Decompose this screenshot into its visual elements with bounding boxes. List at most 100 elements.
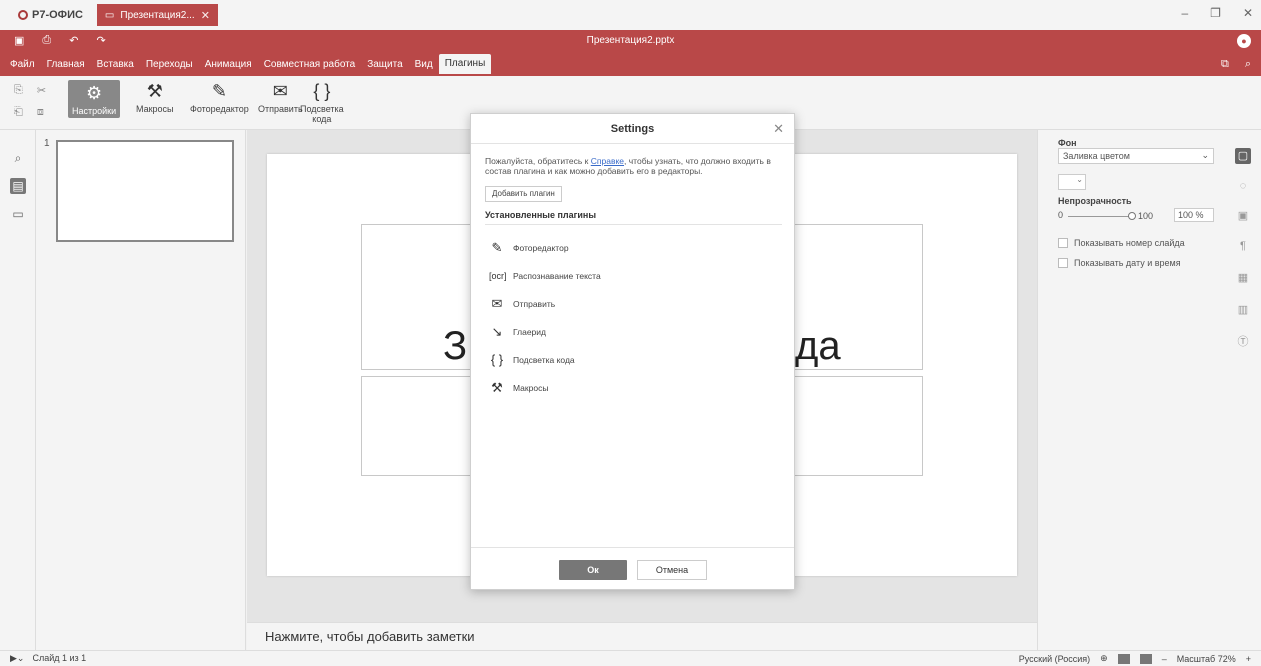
plugin-item[interactable]: ⚒ Макросы (489, 380, 548, 396)
add-plugin-button[interactable]: Добавить плагин (485, 186, 562, 202)
divider (485, 224, 782, 225)
text-art-settings-icon[interactable]: Ⓣ (1235, 334, 1251, 350)
plugin-settings-icon: ⚙ (86, 83, 103, 103)
show-slide-number-checkbox[interactable]: Показывать номер слайда (1058, 238, 1185, 248)
macros-button[interactable]: ⚒ Макросы (136, 80, 174, 114)
clipboard-row-1: ⎘ ✂ (14, 84, 46, 97)
fit-slide-icon[interactable] (1117, 653, 1130, 664)
show-slide-number-label: Показывать номер слайда (1074, 238, 1185, 248)
search-icon[interactable]: ⌕ (1245, 58, 1251, 71)
show-date-time-checkbox[interactable]: Показывать дату и время (1058, 258, 1181, 268)
paste-icon[interactable]: ⎗ (14, 106, 23, 119)
zoom-in-icon[interactable]: + (1246, 654, 1251, 664)
fit-width-icon[interactable] (1139, 653, 1152, 664)
braces-icon: { } (313, 81, 331, 101)
chart-settings-icon[interactable]: ▥ (1235, 302, 1251, 318)
menu-view[interactable]: Вид (409, 59, 439, 70)
menu-collaboration[interactable]: Совместная работа (258, 59, 362, 70)
menu-animation[interactable]: Анимация (199, 59, 258, 70)
cut-icon[interactable]: ✂ (37, 84, 46, 97)
dialog-header: Settings ✕ (471, 114, 794, 144)
language-select[interactable]: Русский (Россия) (1019, 654, 1090, 664)
opacity-input[interactable]: 100 % (1174, 208, 1214, 222)
highlight-label-1: Подсветка (300, 104, 344, 114)
menu-protection[interactable]: Защита (361, 59, 408, 70)
slide-thumbnail[interactable] (56, 140, 234, 242)
plugin-name: Фоторедактор (513, 243, 569, 253)
slide-settings-icon[interactable]: ▢ (1235, 148, 1251, 164)
help-link[interactable]: Справке (591, 156, 624, 166)
slide-settings-panel: Фон Заливка цветом ⌄ ⌄ Непрозрачность 0 … (1037, 130, 1225, 650)
send-label: Отправить (258, 104, 303, 114)
macros-label: Макросы (136, 104, 174, 114)
paragraph-settings-icon[interactable]: ¶ (1235, 238, 1251, 254)
photo-editor-icon: ✎ (211, 81, 227, 101)
photo-editor-label: Фоторедактор (190, 104, 249, 114)
play-slideshow-icon[interactable]: ▶⌄ (10, 653, 24, 664)
slide-title-left-fragment: З (443, 324, 468, 368)
fill-type-select[interactable]: Заливка цветом ⌄ (1058, 148, 1214, 164)
plugin-name: Глаерид (513, 327, 546, 337)
close-icon[interactable]: ✕ (773, 114, 784, 144)
right-rail: ▢ ◌ ▣ ¶ ▦ ▥ Ⓣ (1225, 130, 1261, 650)
slide-title-right-fragment: да (795, 324, 841, 368)
braces-icon: { } (490, 352, 504, 367)
menu-home[interactable]: Главная (41, 59, 91, 70)
menu-file[interactable]: Файл (4, 59, 41, 70)
ocr-icon: [ocr] (489, 271, 507, 281)
photo-editor-button[interactable]: ✎ Фоторедактор (190, 80, 249, 114)
format-painter-icon[interactable]: ⧈ (37, 106, 44, 119)
settings-dialog: Settings ✕ Пожалуйста, обратитесь к Спра… (470, 113, 795, 590)
color-picker[interactable]: ⌄ (1058, 174, 1086, 190)
ok-button[interactable]: Ок (559, 560, 627, 580)
envelope-icon: ✉ (491, 296, 503, 311)
minimize-icon[interactable]: – (1181, 6, 1188, 20)
table-settings-icon[interactable]: ▦ (1235, 270, 1251, 286)
slides-panel-icon[interactable]: ▤ (10, 178, 26, 194)
user-avatar-icon[interactable]: ● (1237, 34, 1251, 48)
menu-plugins[interactable]: Плагины (438, 54, 492, 74)
opacity-label: Непрозрачность (1058, 196, 1132, 206)
send-button[interactable]: ✉ Отправить (258, 80, 303, 114)
plugin-item[interactable]: ✉ Отправить (489, 296, 556, 312)
copy-icon[interactable]: ⎘ (14, 84, 23, 97)
menu-insert[interactable]: Вставка (91, 59, 140, 70)
plugin-name: Распознавание текста (513, 271, 601, 281)
help-text-before: Пожалуйста, обратитесь к (485, 156, 591, 166)
document-tab[interactable]: ▭ Презентация2... ✕ (96, 4, 218, 26)
plugin-name: Макросы (513, 383, 549, 393)
show-date-time-label: Показывать дату и время (1074, 258, 1181, 268)
restore-icon[interactable]: ❐ (1210, 6, 1221, 20)
header-right-tools: ⧉ ⌕ (1221, 58, 1251, 71)
close-tab-icon[interactable]: ✕ (201, 9, 210, 22)
search-icon[interactable]: ⌕ (10, 150, 26, 166)
plugin-item[interactable]: { } Подсветка кода (489, 352, 575, 368)
plugin-item[interactable]: ↘ Глаерид (489, 324, 546, 340)
document-tab-label: Презентация2... (120, 9, 195, 21)
zoom-out-icon[interactable]: – (1162, 654, 1167, 664)
image-settings-icon[interactable]: ▣ (1235, 208, 1251, 224)
left-rail: ⌕ ▤ ▭ (0, 130, 36, 650)
open-location-icon[interactable]: ⧉ (1221, 58, 1229, 71)
plugin-item[interactable]: ✎ Фоторедактор (489, 240, 569, 256)
shape-settings-icon[interactable]: ◌ (1235, 178, 1251, 194)
opacity-slider-track[interactable] (1068, 216, 1130, 217)
code-highlight-button[interactable]: { } Подсветка кода (300, 80, 344, 124)
chevron-down-icon: ⌄ (1201, 150, 1209, 160)
opacity-slider-knob[interactable] (1128, 212, 1136, 220)
plugin-name: Подсветка кода (513, 355, 575, 365)
notes-area[interactable]: Нажмите, чтобы добавить заметки (247, 622, 1037, 650)
r7-logo-icon (18, 10, 28, 20)
cancel-button[interactable]: Отмена (637, 560, 707, 580)
settings-button[interactable]: ⚙ Настройки (68, 80, 121, 118)
comments-icon[interactable]: ▭ (10, 206, 26, 222)
menu-transitions[interactable]: Переходы (140, 59, 199, 70)
spellcheck-globe-icon[interactable]: ⊕ (1100, 653, 1108, 664)
installed-plugins-heading: Установленные плагины (485, 210, 597, 220)
zoom-level: Масштаб 72% (1176, 653, 1236, 664)
slider-max-label: 100 (1138, 211, 1154, 221)
brush-icon: ↘ (491, 324, 503, 339)
close-window-icon[interactable]: ✕ (1243, 6, 1253, 20)
document-title: Презентация2.pptx (586, 35, 675, 46)
plugin-item[interactable]: [ocr] Распознавание текста (489, 268, 601, 284)
